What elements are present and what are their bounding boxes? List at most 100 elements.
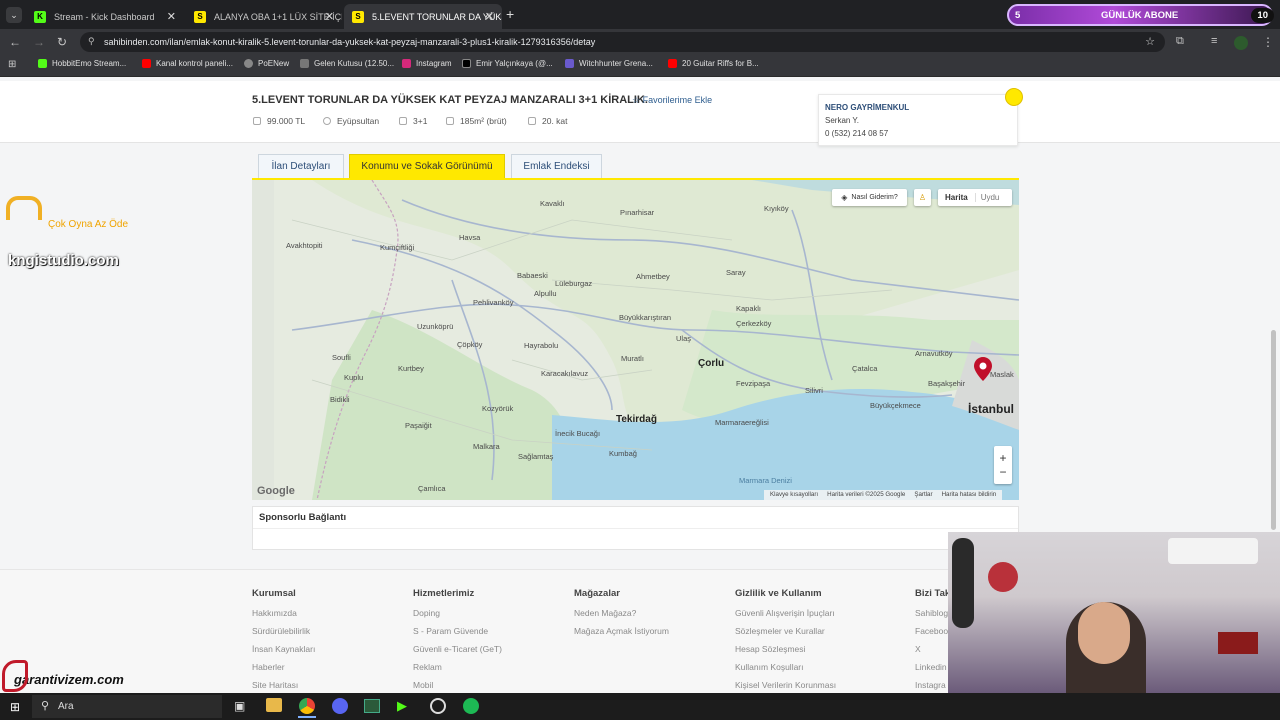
xbox-icon[interactable] (364, 699, 380, 713)
apps-icon[interactable]: ⊞ (8, 59, 16, 70)
keyboard-shortcuts-link[interactable]: Klavye kısayolları (770, 491, 818, 499)
back-icon[interactable]: ← (9, 35, 21, 49)
area-meta: 185m² (brüt) (446, 116, 507, 126)
tab-search-button[interactable]: ⌄ (6, 7, 22, 23)
map-place-label: Lüleburgaz (555, 279, 593, 288)
map-type-satellite[interactable]: Uydu (974, 193, 1005, 202)
directions-button[interactable]: ◈ Nasıl Giderim? (832, 189, 907, 206)
footer-link[interactable]: Sahiblog (915, 608, 950, 618)
tab-levent[interactable]: S 5.LEVENT TORUNLAR DA YÜKS ✕ (344, 4, 502, 29)
tab-location-street-view[interactable]: Konumu ve Sokak Görünümü (349, 154, 505, 178)
page-scrollbar[interactable] (1271, 330, 1276, 530)
forward-icon[interactable]: → (33, 35, 45, 49)
bookmark-item[interactable]: Emir Yalçınkaya (@... (462, 59, 553, 68)
footer-link[interactable]: Reklam (413, 662, 502, 672)
tab-alanya[interactable]: S ALANYA OBA 1+1 LÜX SİTE İÇE ✕ (186, 4, 342, 29)
footer-link[interactable]: Hakkımızda (252, 608, 315, 618)
sponsor-slogan: Çok Oyna Az Öde (48, 219, 129, 230)
chrome-icon[interactable] (299, 698, 315, 714)
task-view-icon[interactable]: ▣ (234, 699, 245, 713)
map-type-map[interactable]: Harita (938, 193, 975, 202)
footer-heading: Gizlilik ve Kullanım (735, 588, 822, 599)
bookmark-item[interactable]: HobbitEmo Stream... (38, 59, 126, 68)
map-place-label: Kozyörük (482, 404, 514, 413)
terms-link[interactable]: Şartlar (914, 491, 932, 499)
report-error-link[interactable]: Harita hatası bildirin (942, 491, 997, 499)
wall-decor (988, 562, 1018, 592)
kick-app-icon[interactable]: ▶ (397, 698, 407, 714)
address-bar[interactable]: ⚲ sahibinden.com/ilan/emlak-konut-kirali… (80, 32, 1165, 52)
zoom-in-button[interactable]: + (999, 451, 1006, 465)
footer-link[interactable]: Sözleşmeler ve Kurallar (735, 626, 836, 636)
agent-card: NERO GAYRİMENKUL Serkan Y. 0 (532) 214 0… (818, 88, 1023, 146)
tab-listing-details[interactable]: İlan Detayları (258, 154, 344, 178)
discord-icon[interactable] (332, 698, 348, 714)
windows-start-icon[interactable]: ⊞ (10, 700, 20, 714)
footer-link[interactable]: Doping (413, 608, 502, 618)
bookmark-item[interactable]: 20 Guitar Riffs for B... (668, 59, 759, 68)
district-meta: Eyüpsultan (323, 116, 379, 126)
footer-link[interactable]: X (915, 644, 950, 654)
media-icon[interactable]: ≡ (1211, 35, 1217, 47)
menu-icon[interactable]: ⋮ (1262, 35, 1274, 49)
footer-link[interactable]: Kullanım Koşulları (735, 662, 836, 672)
footer-link[interactable]: İnsan Kaynakları (252, 644, 315, 654)
bookmark-item[interactable]: Kanal kontrol paneli... (142, 59, 233, 68)
footer-link[interactable]: Güvenli e-Ticaret (GeT) (413, 644, 502, 654)
location-pin-icon[interactable] (974, 357, 992, 381)
bookmark-star-icon[interactable]: ☆ (1145, 35, 1155, 48)
obs-icon[interactable] (430, 698, 446, 714)
bookmark-item[interactable]: Gelen Kutusu (12.50... (300, 59, 394, 68)
extensions-icon[interactable]: ⧉ (1176, 35, 1184, 48)
listing-title: 5.LEVENT TORUNLAR DA YÜKSEK KAT PEYZAJ M… (252, 94, 648, 106)
bookmark-item[interactable]: Witchhunter Grena... (565, 59, 653, 68)
footer-link[interactable]: Instagra (915, 680, 950, 690)
garanti-watermark: garantivizem.com (14, 672, 124, 687)
footer-link[interactable]: S - Param Güvende (413, 626, 502, 636)
profile-avatar[interactable] (1234, 36, 1248, 50)
footer-link[interactable]: Kişisel Verilerin Korunması (735, 680, 836, 690)
file-explorer-icon[interactable] (266, 698, 282, 712)
reload-icon[interactable]: ↻ (57, 35, 67, 49)
bookmark-item[interactable]: PoENew (244, 59, 289, 68)
tab-real-estate-index[interactable]: Emlak Endeksi (511, 154, 602, 178)
new-tab-button[interactable]: + (506, 6, 514, 22)
footer-link[interactable]: Neden Mağaza? (574, 608, 669, 618)
close-icon[interactable]: ✕ (485, 10, 494, 23)
mail-icon (300, 59, 309, 68)
map-place-label: Arnavutköy (915, 349, 953, 358)
close-icon[interactable]: ✕ (325, 10, 334, 23)
shield-icon (565, 59, 574, 68)
footer-link[interactable]: Site Haritası (252, 680, 315, 690)
add-favorite-link[interactable]: ☆ Favorilerime Ekle (632, 95, 712, 106)
footer-link[interactable]: Faceboo (915, 626, 950, 636)
site-info-icon[interactable]: ⚲ (88, 36, 95, 47)
spotify-icon[interactable] (463, 698, 479, 714)
footer-link[interactable]: Güvenli Alışverişin İpuçları (735, 608, 836, 618)
directions-icon: ◈ (841, 193, 848, 202)
taskbar-search[interactable]: ⚲ Ara (32, 695, 222, 718)
footer-link[interactable]: Hesap Sözleşmesi (735, 644, 836, 654)
map-place-label: Kıyıköy (764, 204, 789, 213)
close-icon[interactable]: ✕ (167, 10, 176, 23)
footer-link[interactable]: Sürdürülebilirlik (252, 626, 315, 636)
footer-link[interactable]: Mobil (413, 680, 502, 690)
zoom-out-button[interactable]: − (999, 465, 1006, 479)
footer-link[interactable]: Mağaza Açmak İstiyorum (574, 626, 669, 636)
map-place-label: Havsa (459, 233, 481, 242)
tab-kick[interactable]: K Stream - Kick Dashboard ✕ (26, 4, 184, 29)
active-indicator (298, 716, 316, 718)
bookmark-item[interactable]: Instagram (402, 59, 452, 68)
agent-company[interactable]: NERO GAYRİMENKUL (825, 103, 1011, 112)
bed-icon (399, 117, 407, 125)
sponsored-box: Sponsorlu Bağlantı (252, 506, 1019, 550)
map-place-label: Çatalca (852, 364, 878, 373)
footer-col-follow: Bizi Tak Sahiblog Faceboo X Linkedin Ins… (915, 588, 950, 698)
map-type-control: Harita Uydu (938, 189, 1012, 206)
footer-link[interactable]: Linkedin (915, 662, 950, 672)
map-place-label: Uzunköprü (417, 322, 454, 331)
youtube-icon (142, 59, 151, 68)
map-view[interactable]: Kavaklı Pınarhisar Kıyıköy Havsa Babaesk… (252, 178, 1019, 500)
street-view-icon[interactable]: ♙ (914, 189, 931, 206)
footer-link[interactable]: Haberler (252, 662, 315, 672)
